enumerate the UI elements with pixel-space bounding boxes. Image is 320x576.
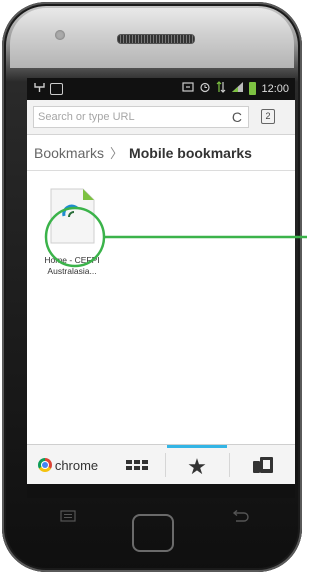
chrome-logo-icon [37,458,52,472]
other-devices-icon [253,457,273,473]
tab-divider [165,453,166,477]
chrome-brand: chrome [27,445,109,485]
alarm-icon [199,81,211,96]
tab-count: 2 [265,111,271,121]
image-icon [50,82,63,95]
breadcrumb-parent[interactable]: Bookmarks [34,145,104,161]
screen-bottom-edge [27,484,295,498]
data-arrows-icon [216,81,226,96]
status-bar: 12:00 [27,78,295,100]
usb-icon [33,81,46,96]
front-camera [55,30,65,40]
star-icon: ★ [187,453,207,479]
omnibox[interactable]: C [33,106,249,128]
breadcrumb-separator: 〉 [110,146,124,161]
tab-bookmarks[interactable]: ★ [167,445,227,485]
breadcrumb-current: Mobile bookmarks [129,145,252,161]
phone-frame: 12:00 C 2 Bookmarks 〉 Mobile bookmarks Hom… [0,0,307,576]
url-input[interactable] [34,107,212,127]
bookmark-item[interactable]: Home - CEFPI Australasia... [35,188,109,288]
screen: 12:00 C 2 Bookmarks 〉 Mobile bookmarks Hom… [27,78,295,498]
tab-most-visited[interactable] [109,445,165,485]
chrome-label: chrome [54,457,99,473]
menu-key-icon[interactable] [60,510,76,522]
bottom-navigation: chrome ★ [27,444,295,485]
home-key-icon[interactable] [132,514,174,552]
bookmark-title: Home - CEFPI Australasia... [44,255,100,276]
sync-icon [182,81,195,96]
battery-icon [249,82,257,95]
tabs-icon[interactable]: 2 [261,109,275,124]
most-visited-grid-icon [126,460,148,470]
earpiece-speaker [117,34,195,44]
toolbar: C 2 [27,100,295,135]
breadcrumb: Bookmarks 〉 Mobile bookmarks [27,135,295,171]
tab-other-devices[interactable] [231,445,295,485]
signal-icon [231,81,244,96]
tab-divider [229,453,230,477]
status-clock: 12:00 [261,82,289,95]
bookmark-thumbnail [50,188,95,244]
reload-icon[interactable]: C [232,109,242,125]
back-key-icon[interactable] [230,510,250,522]
